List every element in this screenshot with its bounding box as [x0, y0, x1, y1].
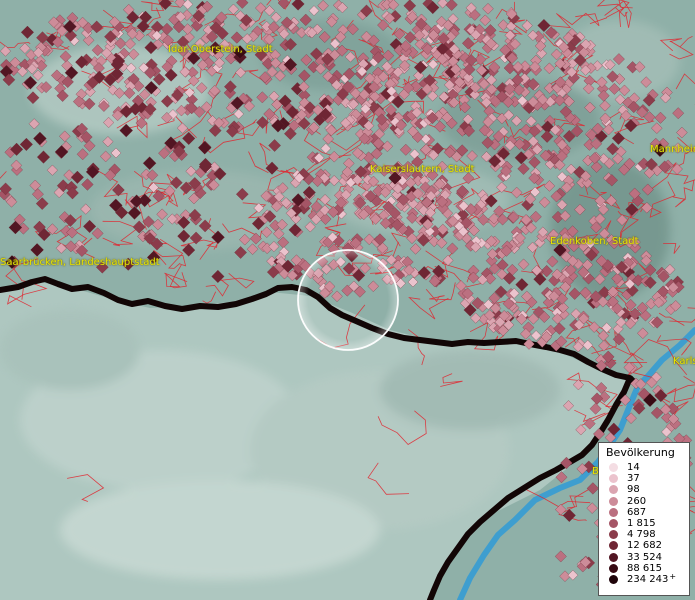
city-label-idar-oberstein[interactable]: Idar-Oberstein, Stadt	[168, 44, 273, 55]
legend-item: 234 243 +	[603, 571, 685, 585]
legend-value: 687	[627, 506, 647, 518]
legend-item: 14	[603, 462, 685, 473]
map-canvas[interactable]	[0, 0, 695, 600]
legend-item: 1 815	[603, 518, 685, 529]
legend-swatch	[609, 552, 618, 562]
legend-swatch	[609, 474, 618, 484]
population-legend: Bevölkerung 14 37 98 260 687 1 815 4 798 12 682…	[598, 442, 690, 596]
legend-plus-suffix: +	[669, 571, 677, 581]
legend-swatch	[609, 463, 618, 473]
legend-items: 14 37 98 260 687 1 815 4 798 12 682 33 524 88 615…	[603, 462, 685, 585]
legend-item: 98	[603, 484, 685, 495]
legend-swatch	[609, 574, 618, 584]
legend-value: 260	[627, 495, 647, 507]
legend-title: Bevölkerung	[606, 446, 675, 459]
legend-swatch	[609, 541, 618, 551]
selection-circle[interactable]	[297, 249, 399, 351]
legend-swatch	[609, 563, 618, 573]
legend-value: 1 815	[627, 518, 656, 530]
legend-value: 98	[627, 484, 640, 496]
legend-item: 687	[603, 507, 685, 518]
legend-value: 88 615	[627, 562, 662, 574]
legend-value: 234 243	[627, 573, 669, 585]
legend-item: 260	[603, 496, 685, 507]
legend-swatch	[609, 496, 618, 506]
legend-swatch	[609, 519, 618, 529]
legend-item: 37	[603, 473, 685, 484]
city-label-saarbruecken[interactable]: Saarbrücken, Landeshauptstadt	[0, 257, 160, 268]
legend-swatch	[609, 530, 618, 540]
legend-item: 33 524	[603, 552, 685, 563]
legend-swatch	[609, 507, 618, 517]
legend-value: 4 798	[627, 529, 656, 541]
legend-value: 14	[627, 462, 640, 474]
city-label-edenkoben[interactable]: Edenkoben, Stadt	[550, 236, 639, 247]
legend-item: 4 798	[603, 529, 685, 540]
city-label-karlsruhe[interactable]: Karls	[673, 356, 695, 367]
city-label-mannheim[interactable]: Mannheim	[650, 144, 695, 155]
legend-value: 12 682	[627, 540, 662, 552]
legend-swatch	[609, 485, 618, 495]
legend-value: 33 524	[627, 551, 662, 563]
city-label-kaiserslautern[interactable]: Kaiserslautern, Stadt	[370, 164, 475, 175]
legend-value: 37	[627, 473, 640, 485]
map-view[interactable]: Idar-Oberstein, Stadt Kaiserslautern, St…	[0, 0, 695, 600]
legend-item: 12 682	[603, 540, 685, 551]
